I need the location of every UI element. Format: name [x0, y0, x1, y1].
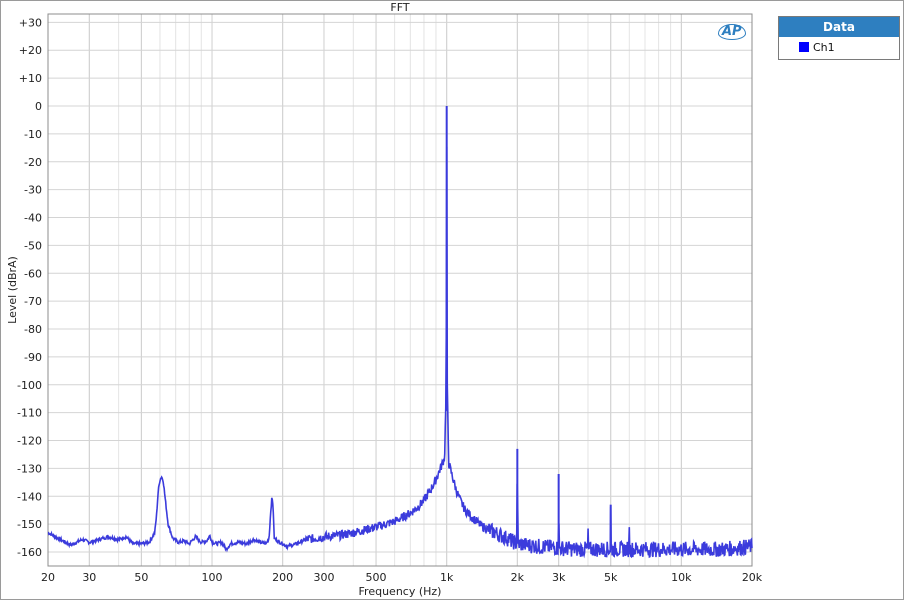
y-tick-label: -30 — [24, 184, 42, 197]
y-tick-label: -10 — [24, 128, 42, 141]
legend: Data Ch1 — [778, 16, 900, 60]
plot-area — [47, 13, 753, 567]
x-tick-label: 30 — [82, 571, 96, 584]
y-axis-ticks: +30 +20 +10 0 -10 -20 -30 -40 -50 -60 -70 -80 -90 -10… — [17, 16, 42, 559]
chart-title: FFT — [390, 1, 409, 14]
y-tick-label: -100 — [17, 379, 42, 392]
y-tick-label: -150 — [17, 518, 42, 531]
y-tick-label: -80 — [24, 323, 42, 336]
x-tick-label: 10k — [671, 571, 692, 584]
fft-chart: +30 +20 +10 0 -10 -20 -30 -40 -50 -60 -70 -80 -90 -10… — [6, 1, 763, 598]
y-tick-label: -140 — [17, 490, 42, 503]
y-tick-label: +10 — [19, 72, 42, 85]
x-tick-label: 20 — [41, 571, 55, 584]
x-axis-ticks: 20 30 50 100 200 300 500 1k 2k 3k 5k 10k 20k — [41, 571, 763, 584]
x-tick-label: 500 — [366, 571, 387, 584]
series-layer — [47, 106, 753, 559]
x-tick-label: 300 — [313, 571, 334, 584]
ap-logo: AP — [718, 24, 746, 40]
y-tick-label: +20 — [19, 44, 42, 57]
grid — [47, 14, 753, 566]
x-tick-label: 1k — [440, 571, 454, 584]
x-tick-label: 3k — [552, 571, 566, 584]
x-tick-label: 5k — [604, 571, 618, 584]
x-tick-label: 200 — [272, 571, 293, 584]
y-tick-label: -40 — [24, 212, 42, 225]
y-tick-label: -70 — [24, 295, 42, 308]
y-tick-label: -110 — [17, 407, 42, 420]
y-tick-label: +30 — [19, 16, 42, 29]
y-tick-label: -60 — [24, 267, 42, 280]
y-tick-label: -120 — [17, 435, 42, 448]
x-tick-label: 20k — [742, 571, 763, 584]
y-tick-label: -90 — [24, 351, 42, 364]
legend-item-ch1[interactable]: Ch1 — [779, 37, 899, 57]
legend-title: Data — [779, 17, 899, 37]
y-tick-label: 0 — [35, 100, 42, 113]
y-tick-label: -50 — [24, 239, 42, 252]
x-tick-label: 50 — [134, 571, 148, 584]
x-axis-label: Frequency (Hz) — [359, 585, 442, 598]
y-axis-label: Level (dBrA) — [6, 256, 19, 324]
legend-item-label: Ch1 — [813, 40, 835, 54]
y-tick-label: -130 — [17, 462, 42, 475]
series-ch1-line — [47, 146, 753, 559]
legend-swatch — [799, 42, 809, 52]
y-tick-label: -20 — [24, 156, 42, 169]
x-tick-label: 2k — [511, 571, 525, 584]
x-tick-label: 100 — [202, 571, 223, 584]
y-tick-label: -160 — [17, 546, 42, 559]
